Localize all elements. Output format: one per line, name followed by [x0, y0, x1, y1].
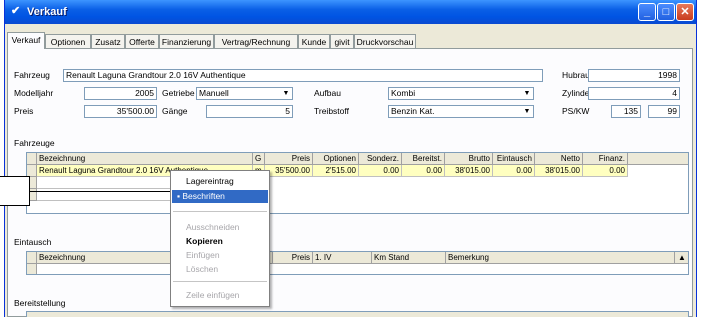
window-title: Verkauf [27, 6, 67, 18]
scroll-up-icon[interactable]: ▲ [675, 252, 688, 264]
pskw-label: PS/KW [562, 106, 590, 116]
getriebe-select[interactable]: Manuell ▼ [196, 87, 293, 100]
gaenge-label: Gänge [162, 106, 188, 116]
aufbau-label: Aufbau [314, 88, 341, 98]
aufbau-select[interactable]: Kombi ▼ [388, 87, 534, 100]
eintausch-grid: Bezeichnung Preis 1. IV Km Stand Bemerku… [26, 251, 689, 275]
column-header[interactable]: Bereitst. [402, 153, 445, 165]
cell-eintausch: 0.00 [493, 165, 535, 177]
ps-field[interactable]: 135 [611, 105, 641, 118]
modelljahr-label: Modelljahr [14, 88, 54, 98]
getriebe-label: Getriebe [162, 88, 195, 98]
column-header[interactable]: Optionen [313, 153, 359, 165]
cell-sonderz: 0.00 [359, 165, 402, 177]
column-header-filler [628, 153, 688, 165]
tab-optionen[interactable]: Optionen [45, 34, 91, 48]
menu-separator [173, 211, 267, 212]
verkauf-window: ✔ Verkauf _ □ ✕ Verkauf Optionen Zusatz … [4, 0, 697, 317]
tab-verkauf[interactable]: Verkauf [7, 32, 45, 49]
hubraum-field[interactable]: 1998 [588, 69, 680, 82]
preis-field[interactable]: 35'500.00 [84, 105, 157, 118]
column-header[interactable]: Finanz. [583, 153, 628, 165]
chevron-down-icon[interactable]: ▼ [521, 106, 533, 117]
kw-field[interactable]: 99 [648, 105, 680, 118]
treibstoff-value: Benzin Kat. [391, 106, 435, 116]
menu-item-beschriften[interactable]: ▪ Beschriften [172, 190, 268, 203]
verkauf-panel: Fahrzeug Renault Laguna Grandtour 2.0 16… [7, 48, 693, 317]
column-header[interactable]: Bezeichnung [37, 153, 253, 165]
cell-finanz: 0.00 [583, 165, 628, 177]
tab-offerte[interactable]: Offerte [125, 34, 159, 48]
getriebe-value: Manuell [199, 88, 229, 98]
callout-line [30, 191, 170, 192]
menu-item-zeile-einfuegen[interactable]: Zeile einfügen [172, 289, 268, 302]
table-row[interactable]: Renault Laguna Grandtour 2.0 16V Authent… [37, 165, 628, 177]
tab-givit[interactable]: givit [330, 34, 354, 48]
column-header[interactable]: 1. IV [313, 252, 372, 264]
cell-brutto: 38'015.00 [445, 165, 493, 177]
menu-item-lagereintrag[interactable]: Lagereintrag [172, 175, 268, 188]
cell-bereitst: 0.00 [402, 165, 445, 177]
cell-netto: 38'015.00 [535, 165, 583, 177]
column-header-row [27, 312, 688, 317]
menu-item-loeschen[interactable]: Löschen [172, 263, 268, 276]
menu-item-kopieren[interactable]: Kopieren [172, 235, 268, 248]
tab-zusatz[interactable]: Zusatz [91, 34, 125, 48]
fahrzeuge-grid: Bezeichnung G Preis Optionen Sonderz. Be… [26, 152, 689, 214]
column-header[interactable]: Brutto [445, 153, 493, 165]
menu-separator [173, 281, 267, 282]
column-header[interactable]: Sonderz. [359, 153, 402, 165]
column-header[interactable]: Eintausch [493, 153, 535, 165]
minimize-button[interactable]: _ [638, 3, 656, 21]
tab-kunde[interactable]: Kunde [298, 34, 330, 48]
preis-label: Preis [14, 106, 34, 116]
tab-vertrag-rechnung[interactable]: Vertrag/Rechnung [214, 34, 298, 48]
grid-corner [27, 252, 37, 264]
aufbau-value: Kombi [391, 88, 416, 98]
column-header[interactable]: Netto [535, 153, 583, 165]
bereitstellung-title: Bereitstellung [14, 298, 66, 308]
fahrzeug-field[interactable]: Renault Laguna Grandtour 2.0 16V Authent… [63, 69, 543, 82]
chevron-down-icon[interactable]: ▼ [280, 88, 292, 99]
title-bar[interactable]: ✔ Verkauf _ □ ✕ [5, 0, 696, 24]
column-header[interactable]: G [253, 153, 265, 165]
column-header[interactable]: Bemerkung [446, 252, 675, 264]
treibstoff-label: Treibstoff [314, 106, 349, 116]
menu-item-label: Beschriften [182, 191, 225, 201]
maximize-button[interactable]: □ [657, 3, 675, 21]
callout-box [0, 176, 30, 206]
gaenge-field[interactable]: 5 [206, 105, 293, 118]
column-header[interactable]: Preis [273, 252, 313, 264]
zylinder-field[interactable]: 4 [588, 87, 680, 100]
eintausch-title: Eintausch [14, 237, 52, 247]
fahrzeuge-title: Fahrzeuge [14, 138, 55, 148]
column-header[interactable]: Preis [265, 153, 313, 165]
close-button[interactable]: ✕ [676, 3, 694, 21]
tab-druckvorschau[interactable]: Druckvorschau [354, 34, 416, 48]
context-menu: Lagereintrag ▪ Beschriften Ausschneiden … [170, 170, 270, 307]
modelljahr-field[interactable]: 2005 [84, 87, 157, 100]
menu-item-ausschneiden[interactable]: Ausschneiden [172, 221, 268, 234]
cell-preis: 35'500.00 [265, 165, 313, 177]
cell-optionen: 2'515.00 [313, 165, 359, 177]
column-header[interactable]: Km Stand [372, 252, 446, 264]
tab-finanzierung[interactable]: Finanzierung [159, 34, 214, 48]
menu-item-einfuegen[interactable]: Einfügen [172, 249, 268, 262]
bereitstellung-grid [26, 311, 689, 317]
chevron-down-icon[interactable]: ▼ [521, 88, 533, 99]
treibstoff-select[interactable]: Benzin Kat. ▼ [388, 105, 534, 118]
grid-corner [27, 153, 37, 165]
fahrzeug-label: Fahrzeug [14, 70, 50, 80]
check-icon: ✔ [11, 5, 21, 17]
row-selector[interactable] [27, 264, 37, 274]
